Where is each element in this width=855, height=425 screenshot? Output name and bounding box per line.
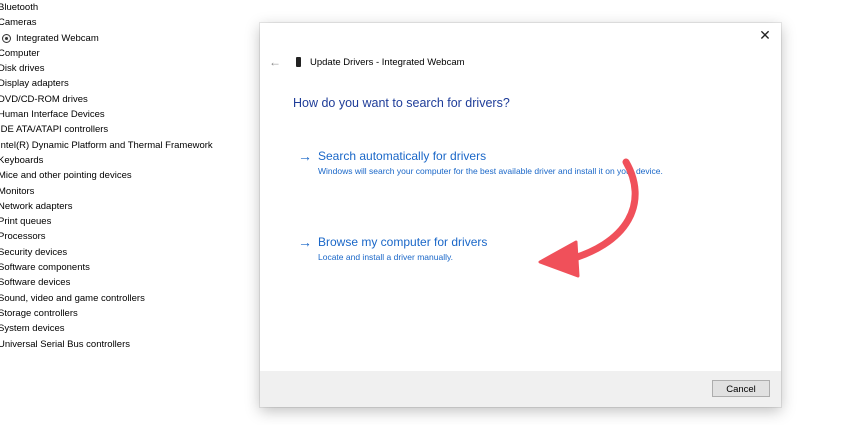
update-drivers-dialog: ✕ ← Update Drivers - Integrated Webcam H… — [260, 23, 781, 407]
tree-item-disk-drives[interactable]: Disk drives — [0, 61, 238, 76]
cancel-button[interactable]: Cancel — [712, 380, 770, 397]
close-icon[interactable]: ✕ — [757, 27, 773, 43]
tree-item-mice[interactable]: Mice and other pointing devices — [0, 168, 238, 183]
tree-item-intel-dynamic-platform[interactable]: Intel(R) Dynamic Platform and Thermal Fr… — [0, 138, 238, 153]
dialog-title: Update Drivers - Integrated Webcam — [310, 56, 465, 68]
dialog-heading: How do you want to search for drivers? — [293, 96, 510, 110]
tree-item-human-interface-devices[interactable]: Human Interface Devices — [0, 107, 238, 122]
tree-item-usb-controllers[interactable]: Universal Serial Bus controllers — [0, 337, 238, 352]
tree-item-ide-ata-atapi-controllers[interactable]: IDE ATA/ATAPI controllers — [0, 122, 238, 137]
tree-item-computer[interactable]: Computer — [0, 46, 238, 61]
tree-item-label: Integrated Webcam — [16, 32, 99, 44]
arrow-right-icon: → — [298, 148, 312, 164]
tree-item-sound-video-game[interactable]: Sound, video and game controllers — [0, 291, 238, 306]
dialog-titlebar: ← Update Drivers - Integrated Webcam — [268, 54, 465, 70]
option-description: Locate and install a driver manually. — [318, 252, 453, 262]
tree-item-storage-controllers[interactable]: Storage controllers — [0, 306, 238, 321]
tree-item-monitors[interactable]: Monitors — [0, 184, 238, 199]
tree-item-software-components[interactable]: Software components — [0, 260, 238, 275]
option-title: Browse my computer for drivers — [318, 235, 488, 249]
arrow-right-icon: → — [298, 234, 312, 250]
browse-computer-option[interactable]: → Browse my computer for drivers Locate … — [298, 235, 688, 263]
device-tree: Bluetooth Cameras Integrated Webcam Comp… — [0, 0, 238, 352]
tree-item-cameras[interactable]: Cameras — [0, 15, 238, 30]
tree-item-system-devices[interactable]: System devices — [0, 321, 238, 336]
tree-item-network-adapters[interactable]: Network adapters — [0, 199, 238, 214]
device-icon — [296, 57, 301, 67]
tree-item-dvd-cd-rom-drives[interactable]: DVD/CD-ROM drives — [0, 92, 238, 107]
tree-item-security-devices[interactable]: Security devices — [0, 245, 238, 260]
tree-item-processors[interactable]: Processors — [0, 229, 238, 244]
tree-item-print-queues[interactable]: Print queues — [0, 214, 238, 229]
tree-item-software-devices[interactable]: Software devices — [0, 275, 238, 290]
webcam-icon — [2, 33, 11, 43]
option-title: Search automatically for drivers — [318, 149, 487, 163]
back-arrow-icon[interactable]: ← — [268, 55, 282, 69]
option-description: Windows will search your computer for th… — [318, 166, 663, 176]
search-automatically-option[interactable]: → Search automatically for drivers Windo… — [298, 149, 688, 177]
tree-item-integrated-webcam[interactable]: Integrated Webcam — [0, 31, 238, 46]
tree-item-display-adapters[interactable]: Display adapters — [0, 76, 238, 91]
tree-item-keyboards[interactable]: Keyboards — [0, 153, 238, 168]
tree-item-bluetooth[interactable]: Bluetooth — [0, 0, 238, 15]
dialog-footer: Cancel — [260, 371, 781, 407]
